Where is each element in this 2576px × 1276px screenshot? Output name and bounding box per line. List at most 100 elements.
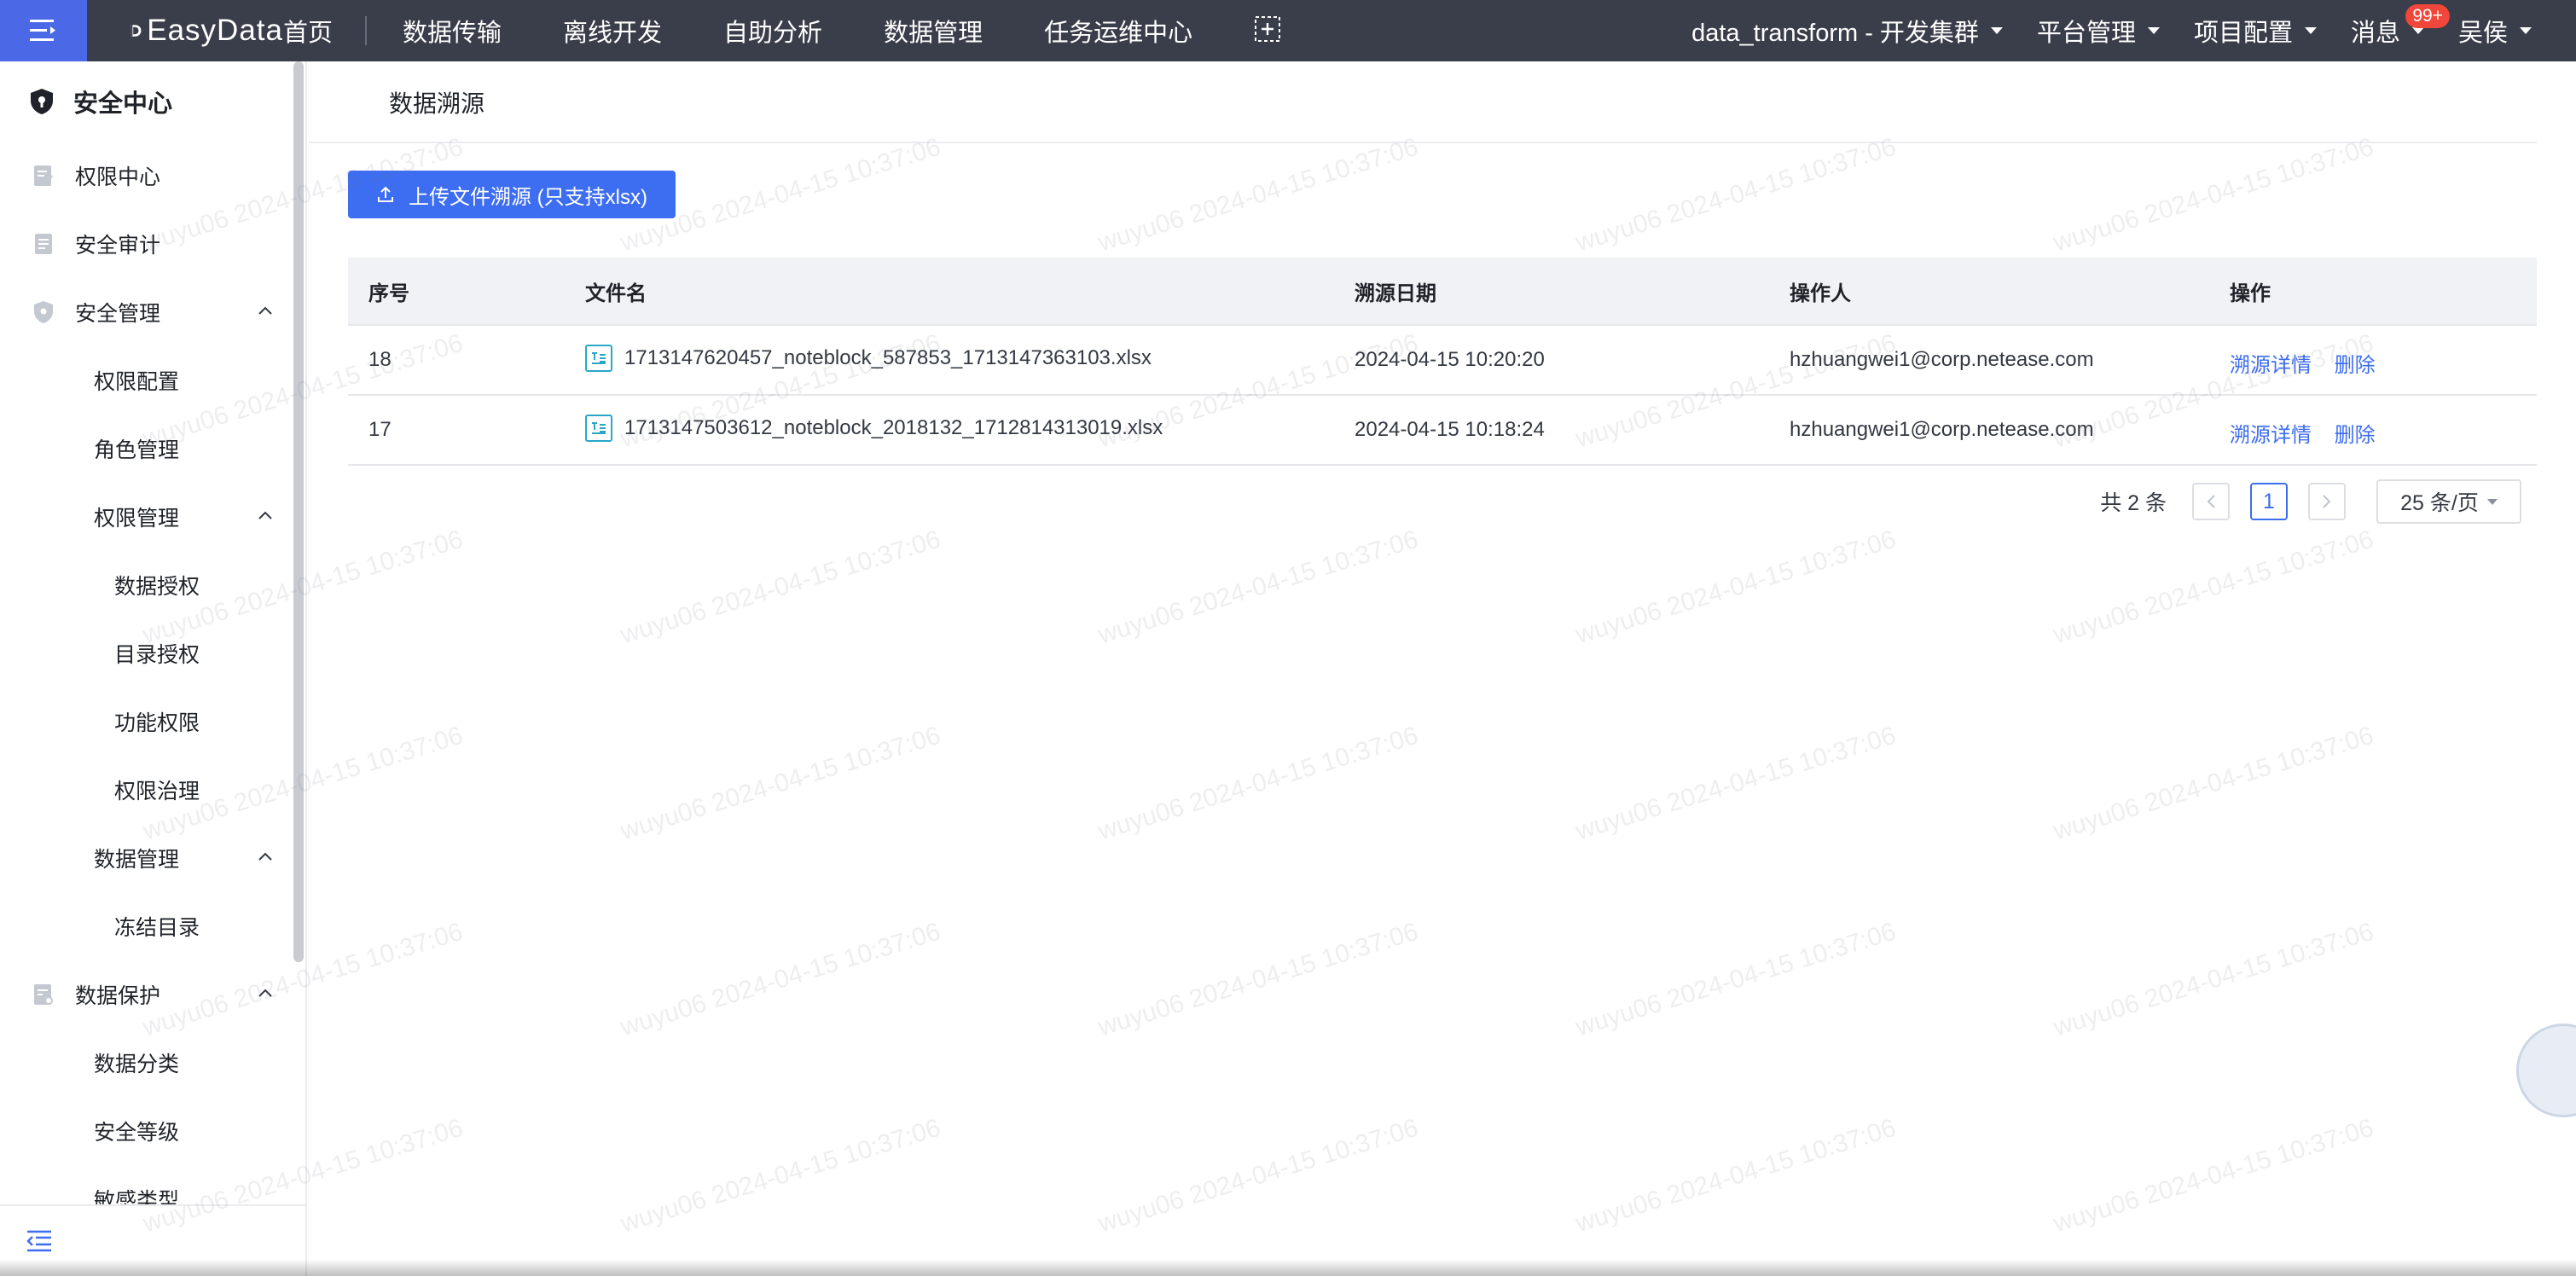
sidebar-item-label: 安全审计 bbox=[75, 234, 161, 258]
sidebar-item-directory-authorization[interactable]: 目录授权 bbox=[0, 619, 305, 687]
nav-divider bbox=[365, 16, 368, 45]
trace-detail-link[interactable]: 溯源详情 bbox=[2230, 354, 2312, 377]
user-name: 吴侯 bbox=[2457, 20, 2508, 47]
sidebar-item-label: 权限管理 bbox=[94, 507, 180, 531]
top-right-menu: data_transform - 开发集群 平台管理 项目配置 消息 99+ 吴… bbox=[1691, 0, 2576, 61]
delete-link[interactable]: 删除 bbox=[2335, 354, 2376, 377]
page-title: 数据溯源 bbox=[389, 90, 485, 117]
menu-toggle-button[interactable] bbox=[0, 0, 87, 61]
platform-management-menu[interactable]: 平台管理 bbox=[2037, 13, 2160, 49]
table-row: 17 1713147503612_noteblock_2018132_17128… bbox=[348, 396, 2537, 466]
messages-label: 消息 bbox=[2350, 20, 2400, 47]
project-label: 项目配置 bbox=[2193, 20, 2293, 47]
file-name: 1713147503612_noteblock_2018132_17128143… bbox=[624, 416, 1163, 439]
column-header-operator: 操作人 bbox=[1790, 282, 1851, 305]
sidebar-item-label: 数据授权 bbox=[114, 575, 200, 599]
column-header-date: 溯源日期 bbox=[1355, 282, 1436, 305]
nav-offline-dev[interactable]: 离线开发 bbox=[563, 13, 662, 49]
user-menu[interactable]: 吴侯 bbox=[2458, 13, 2532, 49]
caret-down-icon bbox=[2520, 27, 2532, 34]
message-count-badge: 99+ bbox=[2405, 4, 2450, 28]
page-number-button[interactable]: 1 bbox=[2250, 483, 2288, 520]
audit-icon bbox=[31, 231, 56, 257]
excel-file-icon bbox=[585, 415, 612, 442]
easydata-logo-icon bbox=[131, 25, 142, 37]
sidebar-item-frozen-directory[interactable]: 冻结目录 bbox=[0, 892, 305, 960]
project-config-menu[interactable]: 项目配置 bbox=[2194, 13, 2317, 49]
nav-self-analysis[interactable]: 自助分析 bbox=[723, 13, 822, 49]
sidebar-item-data-authorization[interactable]: 数据授权 bbox=[0, 551, 305, 619]
cluster-selector[interactable]: data_transform - 开发集群 bbox=[1691, 13, 2003, 49]
row-actions: 溯源详情 删除 bbox=[2230, 348, 2376, 378]
next-page-button[interactable] bbox=[2308, 483, 2346, 520]
page-size-select[interactable]: 25 条/页 bbox=[2376, 479, 2521, 524]
upload-button-label: 上传文件溯源 (只支持xlsx) bbox=[409, 185, 647, 209]
permission-doc-icon bbox=[31, 163, 56, 188]
sidebar-item-label: 权限中心 bbox=[75, 165, 161, 189]
column-header-filename: 文件名 bbox=[585, 282, 647, 305]
trace-detail-link[interactable]: 溯源详情 bbox=[2230, 424, 2312, 447]
cluster-label: data_transform - 开发集群 bbox=[1691, 20, 1979, 47]
sidebar: 安全中心 权限中心 安全审计 安全管理 权限配置 角色管理 权限管理 数据授权 … bbox=[0, 61, 307, 1276]
sidebar-item-function-permission[interactable]: 功能权限 bbox=[0, 687, 305, 756]
sidebar-item-permission-governance[interactable]: 权限治理 bbox=[0, 756, 305, 824]
sidebar-item-permission-config[interactable]: 权限配置 bbox=[0, 346, 305, 415]
sidebar-item-label: 数据保护 bbox=[75, 984, 161, 1008]
column-header-actions: 操作 bbox=[2230, 282, 2271, 305]
chevron-up-icon bbox=[258, 511, 272, 519]
sidebar-item-label: 权限配置 bbox=[94, 370, 180, 394]
pagination: 共 2 条 1 25 条/页 bbox=[2100, 479, 2521, 524]
sidebar-item-data-management[interactable]: 数据管理 bbox=[0, 824, 305, 892]
sidebar-item-label: 冻结目录 bbox=[114, 916, 200, 940]
row-date: 2024-04-15 10:20:20 bbox=[1355, 348, 1545, 371]
nav-data-management[interactable]: 数据管理 bbox=[884, 13, 983, 49]
sidebar-item-data-protection[interactable]: 数据保护 bbox=[0, 960, 305, 1029]
top-navigation-bar: EasyData 首页 数据传输 离线开发 自助分析 数据管理 任务运维中心 d… bbox=[0, 0, 2576, 61]
sidebar-item-security-audit[interactable]: 安全审计 bbox=[0, 210, 305, 278]
nav-data-transfer[interactable]: 数据传输 bbox=[403, 13, 502, 49]
main-nav: 首页 数据传输 离线开发 自助分析 数据管理 任务运维中心 bbox=[283, 0, 1281, 61]
nav-home[interactable]: 首页 bbox=[283, 13, 333, 49]
row-file: 1713147620457_noteblock_587853_171314736… bbox=[585, 345, 1152, 372]
caret-down-icon bbox=[2304, 27, 2317, 34]
row-id: 17 bbox=[368, 418, 392, 441]
bottom-shadow bbox=[0, 1259, 2576, 1276]
page-header: 数据溯源 bbox=[309, 61, 2537, 143]
sidebar-item-role-management[interactable]: 角色管理 bbox=[0, 415, 305, 483]
sidebar-item-label: 数据分类 bbox=[94, 1053, 180, 1076]
menu-icon bbox=[30, 20, 55, 41]
chevron-right-icon bbox=[2323, 495, 2331, 508]
chevron-up-icon bbox=[258, 989, 272, 997]
prev-page-button[interactable] bbox=[2192, 483, 2230, 520]
row-id: 18 bbox=[368, 348, 392, 371]
row-operator: hzhuangwei1@corp.netease.com bbox=[1790, 348, 2094, 371]
row-file: 1713147503612_noteblock_2018132_17128143… bbox=[585, 415, 1163, 442]
delete-link[interactable]: 删除 bbox=[2335, 424, 2376, 447]
security-shield-icon bbox=[31, 299, 56, 325]
file-name: 1713147620457_noteblock_587853_171314736… bbox=[624, 346, 1152, 369]
shield-icon bbox=[29, 89, 55, 114]
table-header: 序号 文件名 溯源日期 操作人 操作 bbox=[348, 258, 2537, 326]
upload-file-trace-button[interactable]: 上传文件溯源 (只支持xlsx) bbox=[348, 171, 676, 218]
row-operator: hzhuangwei1@corp.netease.com bbox=[1790, 418, 2094, 441]
caret-down-icon bbox=[2411, 27, 2424, 34]
sidebar-item-permission-management[interactable]: 权限管理 bbox=[0, 483, 305, 551]
data-protection-icon bbox=[31, 982, 56, 1007]
chevron-left-icon bbox=[2207, 495, 2215, 508]
sidebar-item-data-classification[interactable]: 数据分类 bbox=[0, 1029, 305, 1097]
chevron-up-icon bbox=[258, 852, 272, 861]
sidebar-item-permission-center[interactable]: 权限中心 bbox=[0, 142, 305, 210]
caret-down-icon bbox=[2486, 498, 2498, 505]
sidebar-item-security-management[interactable]: 安全管理 bbox=[0, 278, 305, 346]
collapse-menu-icon bbox=[26, 1230, 51, 1252]
messages-menu[interactable]: 消息 99+ bbox=[2350, 4, 2450, 49]
sidebar-title: 安全中心 bbox=[73, 90, 173, 118]
nav-task-ops[interactable]: 任务运维中心 bbox=[1044, 13, 1192, 49]
table-row: 18 1713147620457_noteblock_587853_171314… bbox=[348, 326, 2537, 396]
sidebar-item-security-level[interactable]: 安全等级 bbox=[0, 1097, 305, 1165]
sidebar-header: 安全中心 bbox=[0, 61, 305, 142]
brand-name: EasyData bbox=[147, 14, 283, 47]
brand-logo[interactable]: EasyData bbox=[130, 14, 283, 48]
column-header-id: 序号 bbox=[368, 282, 409, 305]
add-tab-icon[interactable] bbox=[1254, 15, 1281, 47]
